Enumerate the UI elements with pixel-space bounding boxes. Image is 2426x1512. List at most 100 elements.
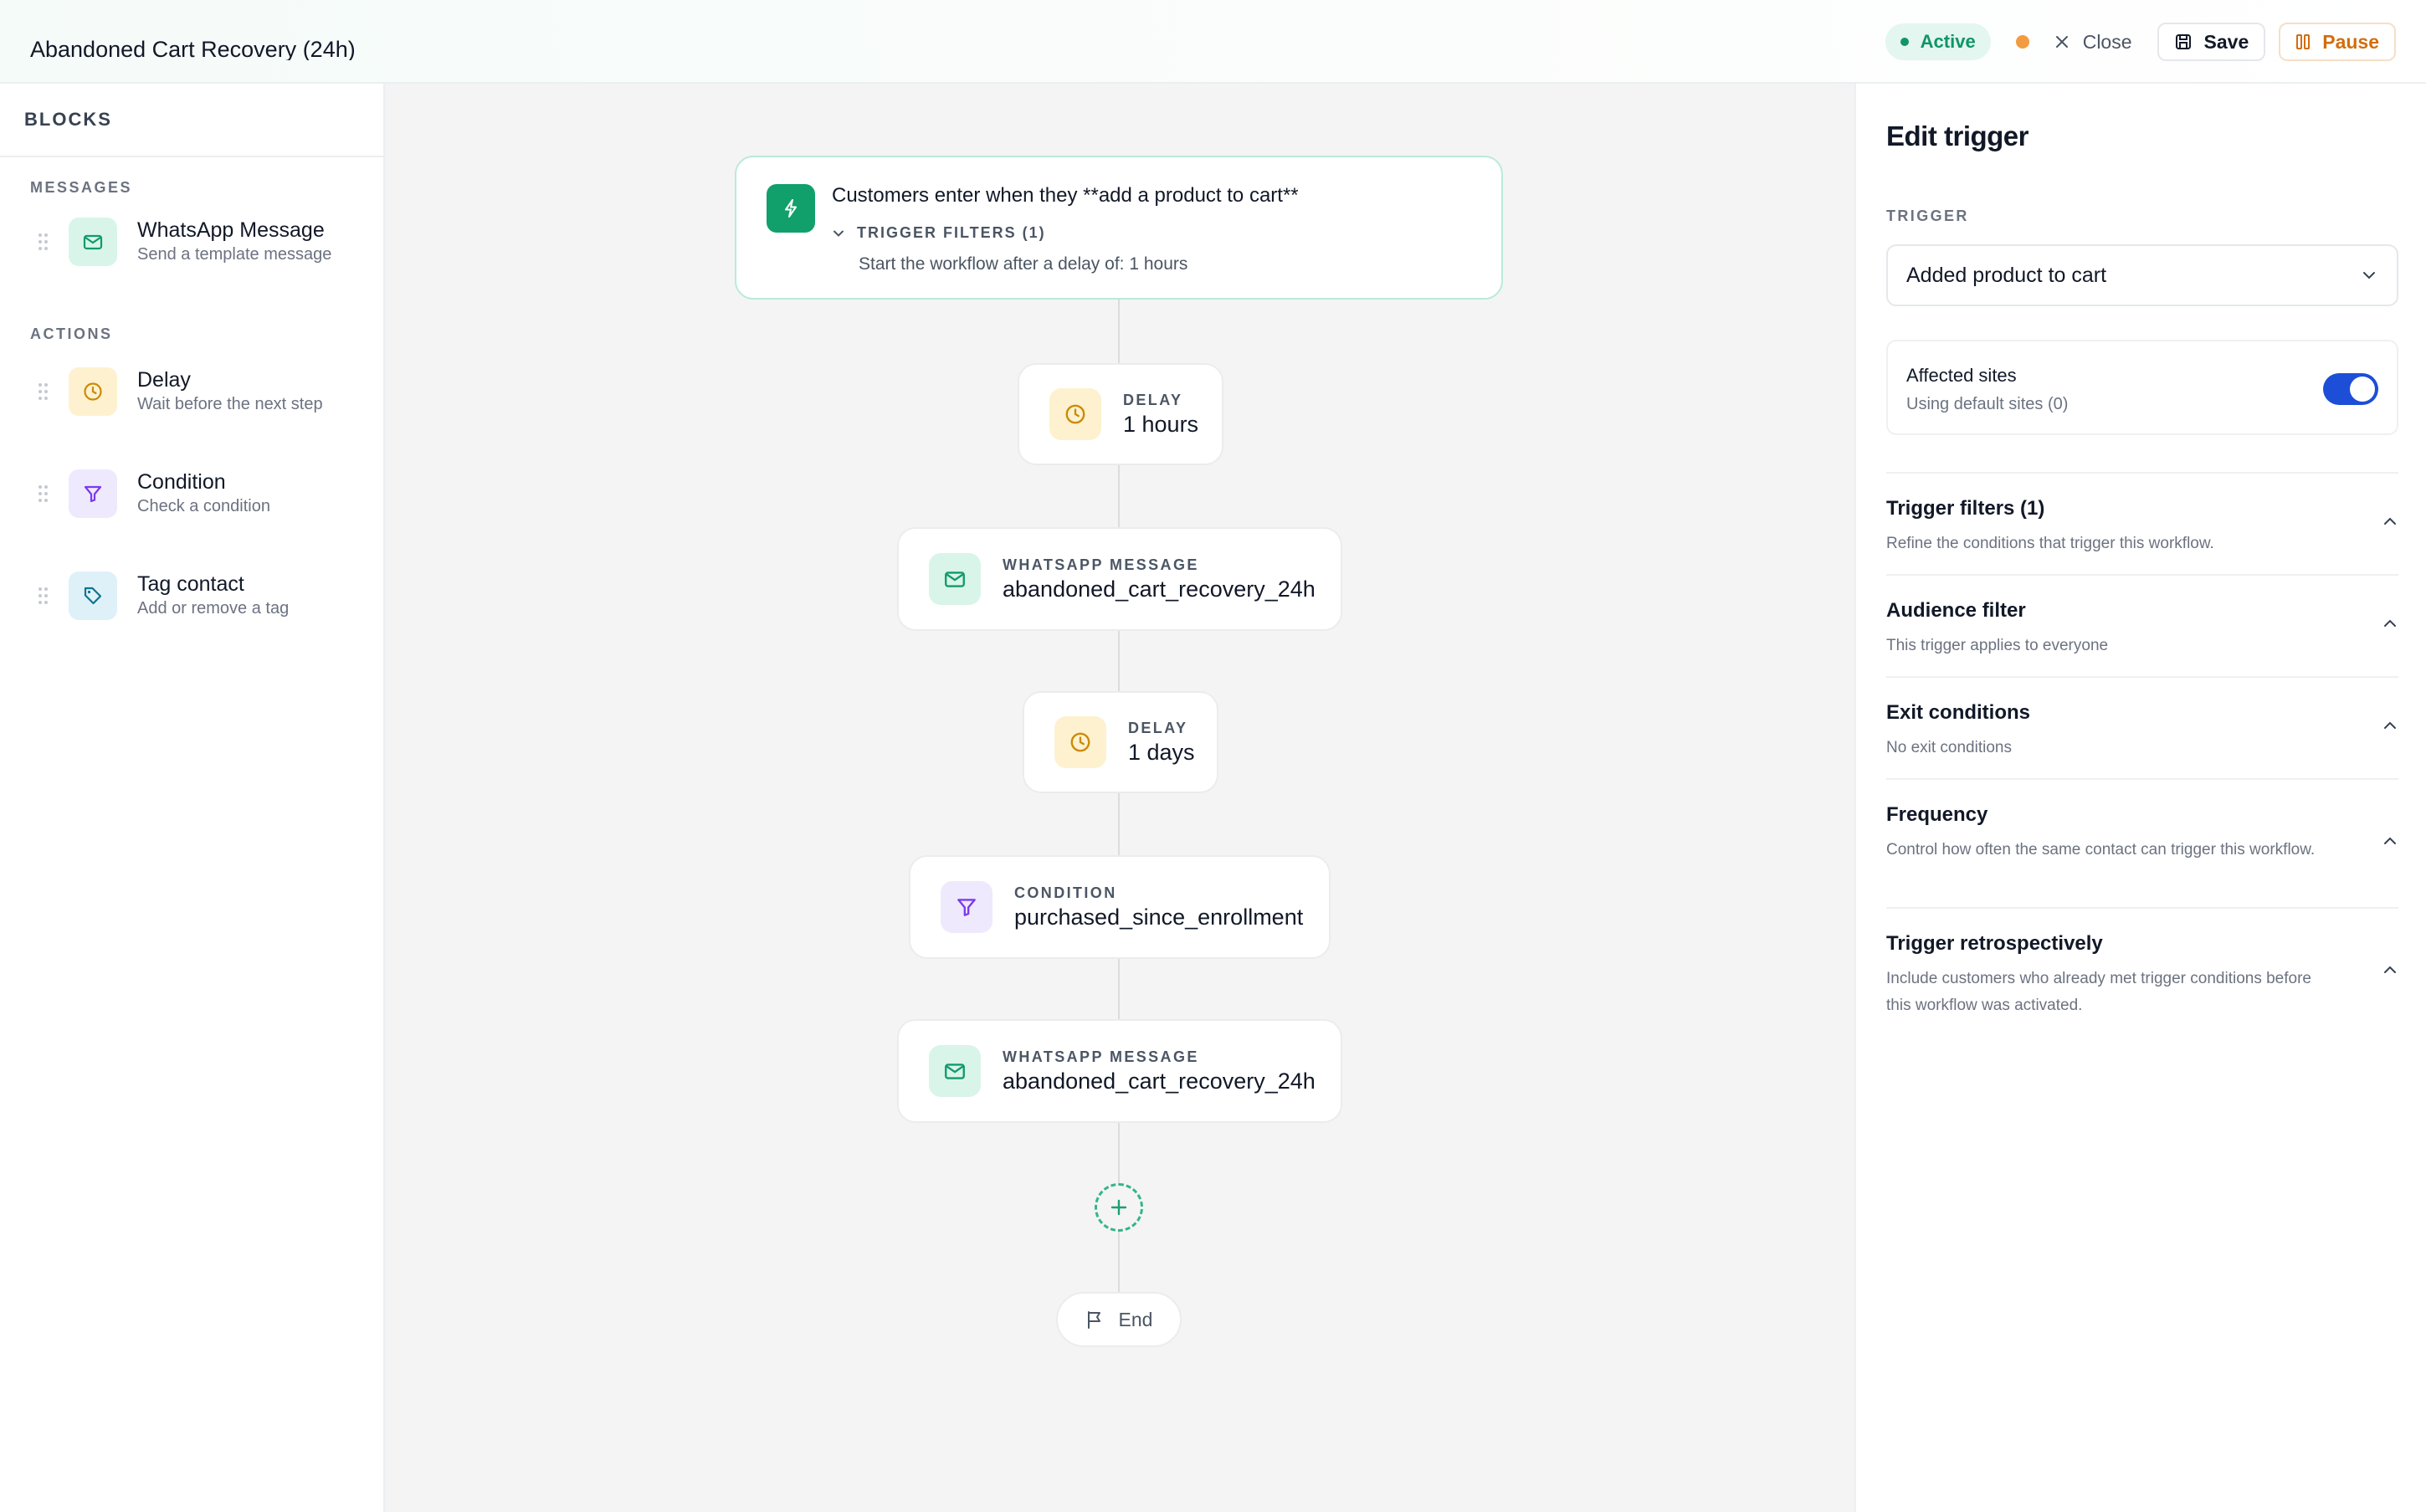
accordion-audience-filter[interactable]: Audience filter This trigger applies to … [1886,574,2398,676]
affected-sites-subtitle: Using default sites (0) [1906,395,2069,413]
accordion-title: Frequency [1886,803,1988,826]
node-value: abandoned_cart_recovery_24h [1003,577,1316,602]
block-name: Delay [137,368,191,392]
status-dot-icon [1900,38,1909,46]
accordion-title: Trigger filters (1) [1886,497,2045,520]
drag-handle-icon[interactable] [38,383,49,400]
chevron-down-icon [833,230,844,237]
block-desc: Send a template message [137,245,332,264]
status-badge: Active [1885,23,1991,60]
close-label: Close [2082,30,2132,53]
flag-icon [1087,1311,1100,1329]
accordion-desc: This trigger applies to everyone [1886,637,2109,654]
save-button[interactable]: Save [2157,23,2266,61]
whatsapp-message-node[interactable]: WHATSAPP MESSAGE abandoned_cart_recovery… [897,1019,1342,1123]
trigger-filters-toggle[interactable]: TRIGGER FILTERS (1) [832,224,1046,242]
section-label-messages: MESSAGES [30,179,133,196]
filter-icon [69,469,117,518]
end-label: End [1118,1308,1153,1330]
delay-node[interactable]: DELAY 1 hours [1018,363,1223,465]
lightning-icon [767,184,815,233]
mail-icon [929,553,981,605]
whatsapp-message-node[interactable]: WHATSAPP MESSAGE abandoned_cart_recovery… [897,527,1342,631]
drag-handle-icon[interactable] [38,587,49,604]
drag-handle-icon[interactable] [38,485,49,502]
workflow-canvas[interactable]: Customers enter when they **add a produc… [385,84,1854,1512]
accordion-title: Exit conditions [1886,701,2031,724]
chevron-down-icon [2363,272,2375,279]
chevron-up-icon[interactable] [2382,515,2398,527]
status-label: Active [1920,31,1976,52]
affected-sites-card: Affected sites Using default sites (0) [1886,340,2398,435]
condition-node[interactable]: CONDITION purchased_since_enrollment [909,855,1331,959]
accordion-frequency[interactable]: Frequency Control how often the same con… [1886,778,2398,907]
close-button[interactable]: Close [2048,23,2139,60]
chevron-up-icon[interactable] [2382,720,2398,731]
trigger-filters-label: TRIGGER FILTERS (1) [857,224,1046,241]
accordion-desc: Control how often the same contact can t… [1886,841,2316,859]
mail-icon [929,1045,981,1097]
chevron-up-icon[interactable] [2382,964,2398,976]
accordion-exit-conditions[interactable]: Exit conditions No exit conditions [1886,676,2398,778]
affected-sites-toggle[interactable] [2323,373,2378,405]
block-name: WhatsApp Message [137,218,325,242]
accordion-desc: Include customers who already met trigge… [1886,970,2311,1014]
accordion-trigger-filters[interactable]: Trigger filters (1) Refine the condition… [1886,472,2398,574]
accordion-trigger-retrospectively[interactable]: Trigger retrospectively Include customer… [1886,907,2398,1036]
delay-node[interactable]: DELAY 1 days [1023,691,1218,793]
chevron-up-icon[interactable] [2382,835,2398,847]
block-desc: Add or remove a tag [137,599,290,618]
trigger-delay-text: Start the workflow after a delay of: 1 h… [859,254,1188,274]
block-name: Tag contact [137,572,244,596]
accordion-title: Trigger retrospectively [1886,932,2103,955]
filter-icon [941,881,992,933]
edit-trigger-panel: Edit trigger TRIGGER Added product to ca… [1854,84,2426,1512]
clock-icon [69,367,117,416]
accordion-desc: Refine the conditions that trigger this … [1886,535,2214,552]
pause-label: Pause [2322,30,2379,53]
save-icon [2175,34,2191,49]
clock-icon [1049,388,1101,440]
pause-icon [2296,34,2311,49]
pause-button[interactable]: Pause [2279,23,2396,61]
trigger-title: Customers enter when they **add a produc… [832,184,1299,207]
workflow-title: Abandoned Cart Recovery (24h) [30,37,356,60]
trigger-select[interactable]: Added product to cart [1886,244,2398,306]
close-icon [2055,36,2068,48]
node-type-label: DELAY [1128,720,1188,736]
block-whatsapp-message[interactable]: WhatsApp Message Send a template message [0,200,383,284]
block-delay[interactable]: Delay Wait before the next step [0,350,383,433]
top-header: Abandoned Cart Recovery (24h) Active Clo… [0,0,2426,84]
panel-title: Edit trigger [1886,120,2029,151]
mail-icon [69,218,117,266]
block-tag-contact[interactable]: Tag contact Add or remove a tag [0,554,383,638]
node-value: 1 days [1128,740,1195,765]
save-label: Save [2203,30,2249,53]
accordion-title: Audience filter [1886,599,2026,622]
clock-icon [1054,716,1106,768]
block-name: Condition [137,470,226,494]
tag-icon [69,571,117,620]
section-label-actions: ACTIONS [30,325,113,342]
node-type-label: WHATSAPP MESSAGE [1003,1048,1199,1065]
node-value: purchased_since_enrollment [1014,905,1304,930]
trigger-field-label: TRIGGER [1886,208,1969,224]
chevron-up-icon[interactable] [2382,618,2398,629]
node-type-label: WHATSAPP MESSAGE [1003,556,1199,573]
blocks-sidebar: BLOCKS MESSAGES WhatsApp Message Send a … [0,84,385,1512]
toggle-knob [2350,377,2375,402]
block-condition[interactable]: Condition Check a condition [0,452,383,536]
node-value: 1 hours [1123,412,1199,437]
node-type-label: DELAY [1123,392,1183,408]
affected-sites-title: Affected sites [1906,365,2017,386]
trigger-node[interactable]: Customers enter when they **add a produc… [735,156,1503,300]
block-desc: Check a condition [137,497,270,515]
drag-handle-icon[interactable] [38,233,49,250]
plus-icon [1110,1199,1127,1216]
block-desc: Wait before the next step [137,395,323,413]
node-type-label: CONDITION [1014,884,1117,901]
unsaved-indicator-icon [2015,35,2029,49]
node-value: abandoned_cart_recovery_24h [1003,1069,1316,1094]
header-actions: Active Close Save Pause [1885,23,2396,61]
add-step-button[interactable] [1095,1183,1143,1232]
